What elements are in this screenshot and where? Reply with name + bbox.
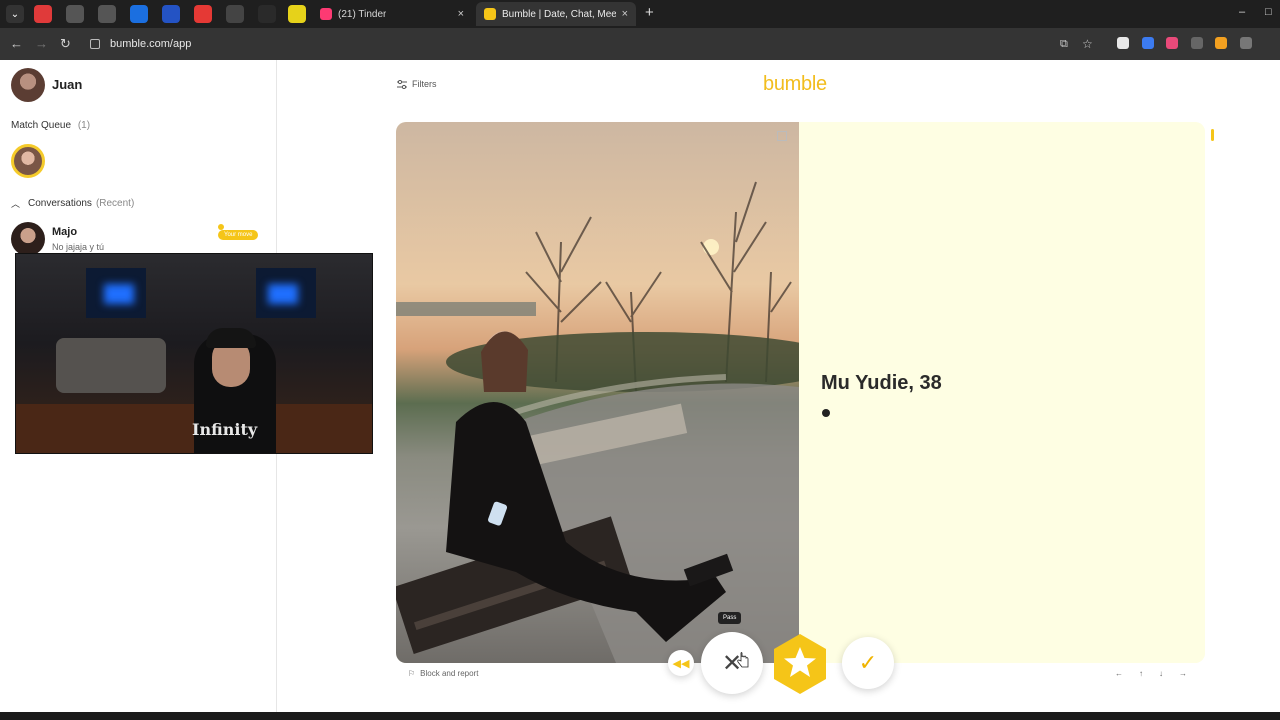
pinned-tab-youtube[interactable] <box>194 5 212 23</box>
match-queue-count: (1) <box>77 120 91 131</box>
user-name[interactable]: Juan <box>52 77 82 92</box>
extensions-puzzle-icon[interactable] <box>1240 37 1252 49</box>
tab-tinder[interactable]: (21) Tinder × <box>312 2 472 26</box>
hand-cursor-icon <box>737 652 749 668</box>
profile-photo-scene <box>396 181 799 663</box>
extension-icon-4[interactable] <box>1191 37 1203 49</box>
filters-button[interactable]: Filters <box>397 79 437 89</box>
tab-bumble[interactable]: Bumble | Date, Chat, Meet New × <box>476 2 636 26</box>
tab-title: (21) Tinder <box>338 8 387 20</box>
superswipe-button[interactable] <box>768 632 832 696</box>
rewind-button[interactable]: ◀◀ <box>668 650 694 676</box>
pinned-tab-4[interactable] <box>130 5 148 23</box>
extension-icon-1[interactable] <box>1117 37 1129 49</box>
arrow-right-icon: → <box>1179 669 1187 678</box>
pinned-tab-7[interactable] <box>258 5 276 23</box>
translate-icon[interactable]: ⧉ <box>1060 36 1068 52</box>
photo-page-indicator <box>1211 129 1214 141</box>
pinned-tab-1[interactable] <box>34 5 52 23</box>
tab-title: Bumble | Date, Chat, Meet New <box>502 8 616 20</box>
webcam-shirt-text: Infinity <box>192 420 258 439</box>
conversations-title: Conversations <box>28 198 92 209</box>
webcam-blue-light <box>268 284 298 304</box>
extension-icon-3[interactable] <box>1166 37 1178 49</box>
new-tab-button[interactable]: + <box>645 5 654 21</box>
conversations-sort[interactable]: (Recent) <box>96 198 134 209</box>
conversation-name: Majo <box>52 226 78 238</box>
webcam-blue-light <box>104 284 134 304</box>
pinned-tab-8[interactable] <box>288 5 306 23</box>
block-and-report-label: Block and report <box>420 669 479 678</box>
pinned-tab-3[interactable] <box>98 5 116 23</box>
pinned-tab-2[interactable] <box>66 5 84 23</box>
like-button[interactable]: ✓ <box>842 637 894 689</box>
filters-label: Filters <box>412 79 437 89</box>
tinder-favicon-icon <box>320 8 332 20</box>
address-bar[interactable]: bumble.com/app <box>84 33 1104 55</box>
match-queue-title: Match Queue <box>11 120 72 131</box>
arrow-up-icon: ↑ <box>1139 669 1143 678</box>
conversation-avatar <box>11 222 45 256</box>
forward-icon[interactable]: → <box>35 36 48 52</box>
rewind-icon: ◀◀ <box>672 657 690 670</box>
conversation-preview: No jajaja y tú <box>52 242 105 252</box>
arrow-down-icon: ↓ <box>1159 669 1163 678</box>
browser-toolbar: ← → ↻ bumble.com/app ⧉ ☆ <box>0 28 1280 60</box>
bumble-logo[interactable]: bumble <box>763 73 827 96</box>
your-move-badge: Your move <box>218 230 259 240</box>
expand-photo-icon[interactable] <box>777 131 787 141</box>
minimize-icon[interactable]: – <box>1239 6 1245 18</box>
user-avatar[interactable] <box>11 68 45 102</box>
maximize-icon[interactable]: □ <box>1265 6 1272 18</box>
flag-icon: ⚐ <box>408 669 416 678</box>
close-tab-icon[interactable]: × <box>616 8 628 20</box>
tab-search-icon[interactable]: ⌄ <box>6 5 24 23</box>
pass-tooltip: Pass <box>718 612 742 624</box>
profile-info-panel: Mu Yudie, 38 <box>799 122 1205 663</box>
close-tab-icon[interactable]: × <box>452 8 464 20</box>
site-info-icon[interactable] <box>90 39 100 49</box>
profile-card[interactable]: Mu Yudie, 38 <box>396 122 1205 663</box>
filters-sliders-icon <box>397 79 407 89</box>
webcam-couch <box>56 338 166 393</box>
block-and-report-link[interactable]: ⚐ Block and report <box>408 669 478 678</box>
bumble-favicon-icon <box>484 8 496 20</box>
webcam-cap <box>206 328 256 348</box>
conversations-header[interactable]: ︿ Conversations (Recent) <box>11 197 134 210</box>
conversation-item[interactable]: Majo No jajaja y tú Your move <box>11 222 266 256</box>
pass-button[interactable]: ✕ <box>701 632 763 694</box>
extension-icon-5[interactable] <box>1215 37 1227 49</box>
back-icon[interactable]: ← <box>10 36 23 52</box>
checkmark-icon: ✓ <box>858 650 878 675</box>
pinned-tab-6[interactable] <box>226 5 244 23</box>
match-queue-avatar[interactable] <box>11 144 45 178</box>
profile-name-age: Mu Yudie, 38 <box>821 372 942 394</box>
arrow-left-icon: ← <box>1115 669 1123 678</box>
keyboard-hints: ← ↑ ↓ → <box>1115 669 1187 678</box>
webcam-overlay: Infinity <box>15 253 373 454</box>
os-taskbar <box>0 712 1280 720</box>
extension-icon-2[interactable] <box>1142 37 1154 49</box>
online-indicator-icon <box>822 409 830 417</box>
chevron-up-icon: ︿ <box>11 199 21 209</box>
browser-tab-strip: ⌄ (21) Tinder × Bumble | Date, Chat, Mee… <box>0 0 1280 28</box>
match-queue-label: Match Queue (1) <box>11 120 90 131</box>
pinned-tab-5[interactable] <box>162 5 180 23</box>
url-text: bumble.com/app <box>110 38 192 50</box>
profile-photo <box>396 122 799 663</box>
reload-icon[interactable]: ↻ <box>60 36 71 52</box>
bookmark-star-icon[interactable]: ☆ <box>1082 36 1093 52</box>
